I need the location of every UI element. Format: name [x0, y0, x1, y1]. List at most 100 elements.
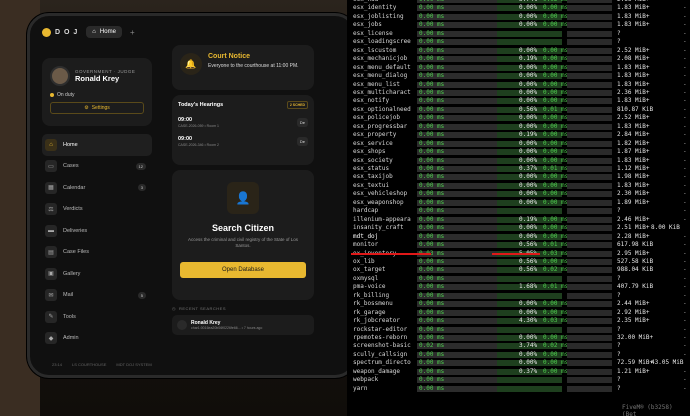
- resource-memory: 1.12 MiB+: [617, 165, 650, 172]
- sidebar-item-label: Calendar: [63, 184, 86, 191]
- resource-bar: [497, 377, 562, 384]
- resource-percent: 0.56%: [519, 257, 538, 265]
- doj-logo: D O J: [42, 27, 78, 37]
- settings-label: Settings: [91, 105, 110, 111]
- resource-memory: 2.44 MiB+: [617, 300, 650, 308]
- resource-name: esx_progressbar: [353, 122, 408, 130]
- resource-percent: 0.00%: [519, 4, 538, 12]
- status-dot-icon: [50, 93, 54, 97]
- resource-row: esx_joblisting 0.00 ms 0.00% 0.00 ms 1.83 Mi…: [347, 13, 690, 21]
- profile-card: GOVERNMENT · JUDGE Ronald Krey On duty ⚙…: [42, 58, 152, 126]
- sidebar-item-admin[interactable]: ◆ Admin: [42, 328, 152, 350]
- resource-ms-avg: 0.00 ms: [543, 46, 569, 54]
- resource-row: rockstar-editor 0.00 ms? -: [347, 326, 690, 334]
- resource-bar: [567, 56, 612, 63]
- resource-ms-avg: 0.00 ms: [543, 12, 569, 20]
- footer-system: MDT DOJ SYSTEM: [116, 362, 152, 367]
- resource-percent: 0.37%: [519, 165, 538, 172]
- resource-name: esx_shops: [353, 148, 386, 156]
- resource-bar: [567, 39, 612, 46]
- resource-bar: [567, 123, 612, 130]
- resource-memory: ?: [617, 342, 621, 350]
- hearing-time: 09:00: [178, 117, 193, 123]
- sidebar-item-deliveries[interactable]: ▬ Deliveries: [42, 220, 152, 242]
- hearing-row: 09:00 CASE-2026-346 • Room 2 De: [178, 136, 308, 147]
- resource-bar: [567, 89, 612, 96]
- add-tab-button[interactable]: +: [130, 28, 135, 37]
- settings-button[interactable]: ⚙ Settings: [50, 102, 144, 114]
- sidebar-item-tools[interactable]: ✎ Tools: [42, 306, 152, 328]
- sidebar-item-label: Home: [63, 141, 78, 148]
- resource-ms-avg: 0.03 ms: [543, 317, 569, 325]
- hearing-details-button[interactable]: De: [296, 118, 308, 127]
- tab-home[interactable]: ⌂ Home: [86, 26, 122, 38]
- resource-ms-avg: 0.00 ms: [543, 122, 569, 130]
- resource-percent: 0.00%: [519, 21, 538, 29]
- court-notice-card: 🔔 Court Notice Everyone to the courthous…: [172, 45, 314, 90]
- resource-row: esx_menu_default 0.00 ms 0.00% 0.00 ms 1.83 …: [347, 64, 690, 72]
- resource-ms: 0.00 ms: [419, 4, 445, 12]
- sidebar-item-case-files[interactable]: ▤ Case Files: [42, 242, 152, 264]
- sidebar-item-calendar[interactable]: ▦ Calendar 3: [42, 177, 152, 199]
- resource-ms: 0.00 ms: [419, 148, 445, 156]
- resource-flag: -: [683, 29, 687, 37]
- resource-bar: [567, 225, 612, 232]
- resource-name: esx_lscustom: [353, 46, 397, 54]
- resource-percent: 0.00%: [519, 300, 538, 308]
- resource-bar: [567, 335, 612, 341]
- resource-bar: [567, 318, 612, 325]
- resource-ms: 0.00 ms: [419, 291, 445, 299]
- resource-bar: [567, 174, 612, 181]
- resource-flag: -: [683, 376, 687, 384]
- resource-ms: 0.00 ms: [419, 80, 445, 88]
- count-badge: 5: [137, 291, 146, 299]
- sidebar-item-mail[interactable]: ✉ Mail 5: [42, 285, 152, 307]
- resource-bar: [567, 208, 612, 215]
- resource-ms-avg: 0.00 ms: [543, 4, 569, 12]
- sidebar-item-home[interactable]: ⌂ Home: [42, 134, 152, 156]
- sidebar-item-cases[interactable]: ▭ Cases 12: [42, 156, 152, 178]
- resource-flag: -: [683, 274, 687, 282]
- resource-percent: 0.00%: [519, 148, 538, 156]
- resource-bar: [497, 39, 562, 46]
- resource-ms: 0.00 ms: [419, 88, 445, 96]
- resource-flag: -: [683, 342, 687, 350]
- open-database-button[interactable]: Open Database: [180, 261, 306, 278]
- resource-bar: [567, 5, 612, 12]
- sidebar-nav: ⌂ Home ▭ Cases 12 ▦ Calendar 3 ⚖ Verdict…: [42, 134, 152, 349]
- resource-bar: [567, 115, 612, 122]
- hearing-details-button[interactable]: De: [296, 137, 308, 146]
- resource-bar: [567, 73, 612, 80]
- resource-flag: -: [683, 12, 687, 20]
- resource-name: illenium-appeara: [353, 215, 411, 223]
- resource-ms: 0.00 ms: [419, 224, 445, 232]
- resource-ms: 0.00 ms: [419, 317, 445, 325]
- resource-ms-avg: 0.01 ms: [543, 283, 569, 291]
- resource-row: illenium-appeara 0.00 ms 0.19% 0.00 ms 2.46 …: [347, 216, 690, 224]
- resource-bar: [567, 233, 612, 240]
- resource-flag: -: [683, 308, 687, 316]
- resource-ms-avg: 0.00 ms: [543, 257, 569, 265]
- resource-ms: 0.00 ms: [419, 97, 445, 105]
- hearings-card: Today's Hearings 2 SCHED 09:00 CASE-2026…: [172, 95, 314, 165]
- resource-name: ox_target: [353, 266, 386, 274]
- resource-percent: 0.19%: [519, 131, 538, 139]
- resource-bar: [497, 30, 562, 37]
- resource-memory: 2.84 MiB+: [617, 131, 650, 139]
- sidebar-item-verdicts[interactable]: ⚖ Verdicts: [42, 199, 152, 221]
- resource-percent: 0.00%: [519, 198, 538, 206]
- recent-search-item[interactable]: Ronald Krey char1:0016ea20b06f0226fe66..…: [172, 315, 314, 335]
- sidebar-item-gallery[interactable]: ▣ Gallery: [42, 263, 152, 285]
- avatar: [50, 66, 70, 86]
- avatar: [177, 320, 187, 330]
- resource-row: ox_target 0.00 ms 0.56% 0.02 ms 988.04 KiB -: [347, 266, 690, 274]
- resource-ms-avg: 0.00 ms: [543, 88, 569, 96]
- resource-ms-avg: 0.00 ms: [543, 72, 569, 80]
- resource-name: screenshot-basic: [353, 342, 411, 350]
- resource-row: pma-voice 0.00 ms 1.68% 0.01 ms 407.79 KiB -: [347, 283, 690, 291]
- resource-memory: 2.36 MiB+: [617, 88, 650, 96]
- resource-name: esx_multicharact: [353, 88, 411, 96]
- resource-bar: [567, 284, 612, 291]
- profile-name: Ronald Krey: [75, 74, 120, 83]
- resource-flag: -: [683, 198, 687, 206]
